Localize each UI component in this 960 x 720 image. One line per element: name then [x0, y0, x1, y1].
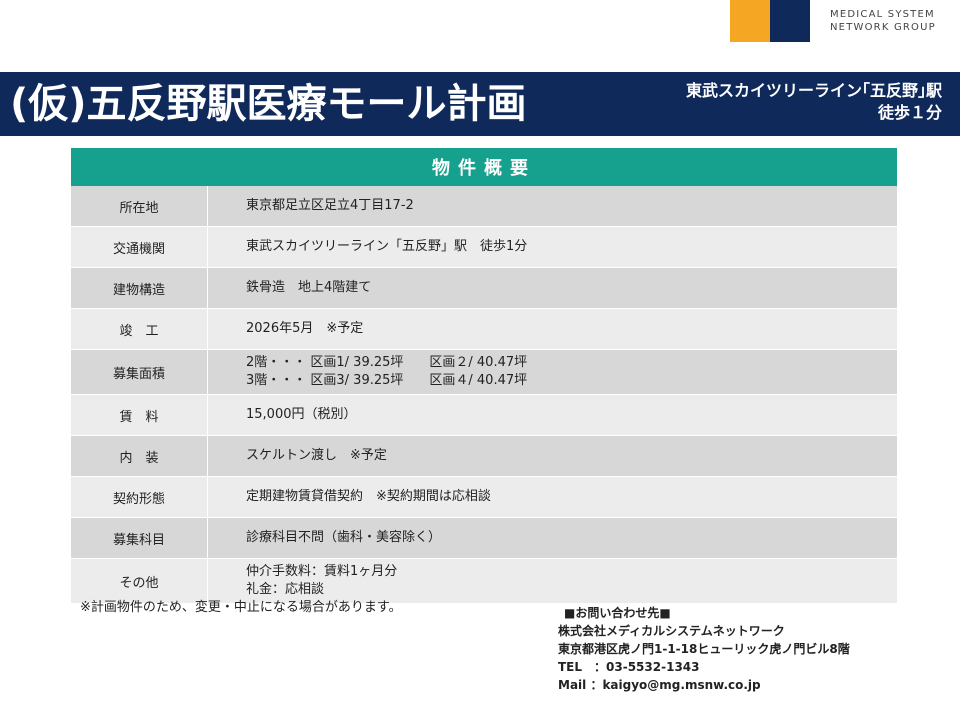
logo-line-1: MEDICAL SYSTEM	[830, 9, 935, 20]
logo-navy-block	[770, 0, 810, 42]
disclaimer-note: ※計画物件のため、変更・中止になる場合があります。	[80, 600, 402, 615]
title-banner: (仮)五反野駅医療モール計画 東武スカイツリーライン｢五反野｣駅 徒歩１分	[0, 72, 960, 136]
contact-info: ■お問い合わせ先■ 株式会社メディカルシステムネットワーク 東京都港区虎ノ門1-…	[558, 604, 850, 694]
table-row: 所在地 東京都足立区足立4丁目17-2	[71, 186, 897, 227]
row-value: 2階・・・ 区画1/ 39.25坪 区画２/ 40.47坪 3階・・・ 区画3/ …	[208, 350, 897, 394]
table-row: 建物構造 鉄骨造 地上4階建て	[71, 268, 897, 309]
contact-tel: TEL ：03-5532-1343	[558, 660, 700, 674]
row-label: 内 装	[71, 436, 208, 476]
row-label: 建物構造	[71, 268, 208, 308]
table-row: 竣 工 2026年5月 ※予定	[71, 309, 897, 350]
row-value: スケルトン渡し ※予定	[208, 436, 897, 476]
station-access: 東武スカイツリーライン｢五反野｣駅 徒歩１分	[686, 80, 942, 124]
table-row: 交通機関 東武スカイツリーライン「五反野」駅 徒歩1分	[71, 227, 897, 268]
contact-address: 東京都港区虎ノ門1-1-18ヒューリック虎ノ門ビル8階	[558, 642, 850, 656]
row-value-line: 東京都足立区足立4丁目17-2	[246, 198, 414, 213]
row-value-line: 2階・・・ 区画1/ 39.25坪 区画２/ 40.47坪	[246, 355, 528, 370]
row-value-line: 3階・・・ 区画3/ 39.25坪 区画４/ 40.47坪	[246, 373, 528, 388]
row-label: 賃 料	[71, 395, 208, 435]
row-label: 所在地	[71, 186, 208, 226]
row-value-line: 東武スカイツリーライン「五反野」駅 徒歩1分	[246, 239, 528, 254]
property-overview-table: 物件概要 所在地 東京都足立区足立4丁目17-2 交通機関 東武スカイツリーライン「五…	[71, 148, 897, 604]
row-value: 東京都足立区足立4丁目17-2	[208, 186, 897, 226]
table-row: 賃 料 15,000円（税別）	[71, 395, 897, 436]
row-value: 診療科目不問（歯科・美容除く）	[208, 518, 897, 558]
contact-mail: Mail ：kaigyo@mg.msnw.co.jp	[558, 678, 761, 692]
row-value-line: 鉄骨造 地上4階建て	[246, 280, 372, 295]
table-row: 契約形態 定期建物賃貸借契約 ※契約期間は応相談	[71, 477, 897, 518]
row-label: 募集科目	[71, 518, 208, 558]
table-row: 内 装 スケルトン渡し ※予定	[71, 436, 897, 477]
row-value-line: 定期建物賃貸借契約 ※契約期間は応相談	[246, 489, 491, 504]
row-value-line: 診療科目不問（歯科・美容除く）	[246, 530, 442, 545]
row-value: 鉄骨造 地上4階建て	[208, 268, 897, 308]
logo-orange-block	[730, 0, 770, 42]
table-header: 物件概要	[71, 148, 897, 186]
contact-heading: ■お問い合わせ先■	[564, 606, 671, 620]
row-value: 15,000円（税別）	[208, 395, 897, 435]
table-row: 募集科目 診療科目不問（歯科・美容除く）	[71, 518, 897, 559]
logo-text: MEDICAL SYSTEM NETWORK GROUP	[830, 8, 960, 34]
row-value-line: スケルトン渡し ※予定	[246, 448, 387, 463]
station-access-line-1: 東武スカイツリーライン｢五反野｣駅	[685, 81, 942, 100]
row-value: 2026年5月 ※予定	[208, 309, 897, 349]
logo-line-2: NETWORK GROUP	[830, 22, 936, 33]
row-label: 交通機関	[71, 227, 208, 267]
row-value-line: 15,000円（税別）	[246, 407, 357, 422]
row-value: 定期建物賃貸借契約 ※契約期間は応相談	[208, 477, 897, 517]
row-label: 竣 工	[71, 309, 208, 349]
row-value: 東武スカイツリーライン「五反野」駅 徒歩1分	[208, 227, 897, 267]
station-access-line-2: 徒歩１分	[877, 103, 942, 122]
row-value-line: 仲介手数料：賃料1ヶ月分	[246, 564, 398, 579]
row-value-line: 2026年5月 ※予定	[246, 321, 364, 336]
row-label: 募集面積	[71, 350, 208, 394]
contact-company: 株式会社メディカルシステムネットワーク	[558, 624, 785, 638]
row-label: 契約形態	[71, 477, 208, 517]
table-row: 募集面積 2階・・・ 区画1/ 39.25坪 区画２/ 40.47坪 3階・・・ 区…	[71, 350, 897, 395]
page-title: (仮)五反野駅医療モール計画	[10, 81, 527, 127]
